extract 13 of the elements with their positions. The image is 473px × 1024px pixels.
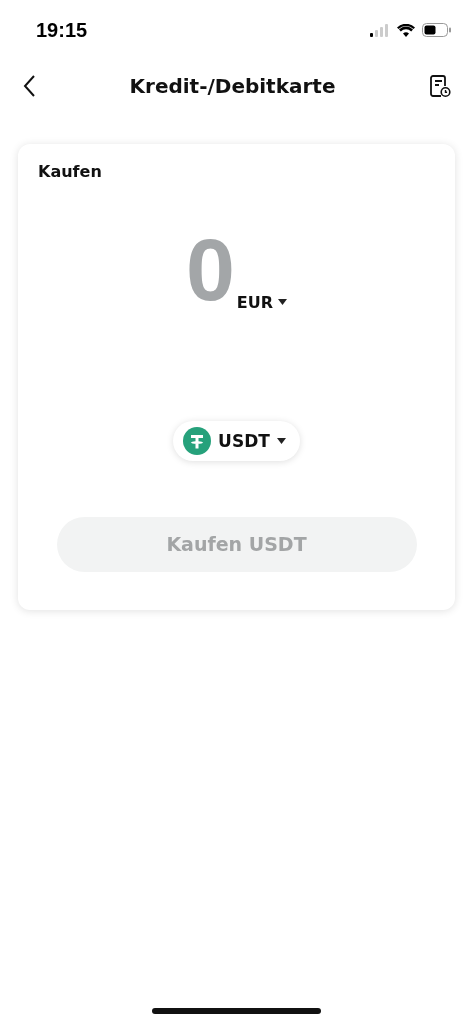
history-button[interactable] xyxy=(427,72,453,100)
coin-icon xyxy=(183,426,212,455)
wifi-icon xyxy=(397,23,415,37)
caret-icon xyxy=(276,437,286,444)
amount-value: 0 xyxy=(185,233,235,308)
currency-selector[interactable]: EUR xyxy=(236,292,288,312)
status-time: 19:15 xyxy=(36,18,88,42)
caret-icon xyxy=(278,299,288,306)
card-title: Kaufen xyxy=(38,162,102,181)
signal-icon xyxy=(370,23,390,37)
coin-selector[interactable]: USDT xyxy=(173,420,300,461)
battery-icon xyxy=(422,23,451,37)
page-title: Kredit-/Debitkarte xyxy=(129,74,336,98)
